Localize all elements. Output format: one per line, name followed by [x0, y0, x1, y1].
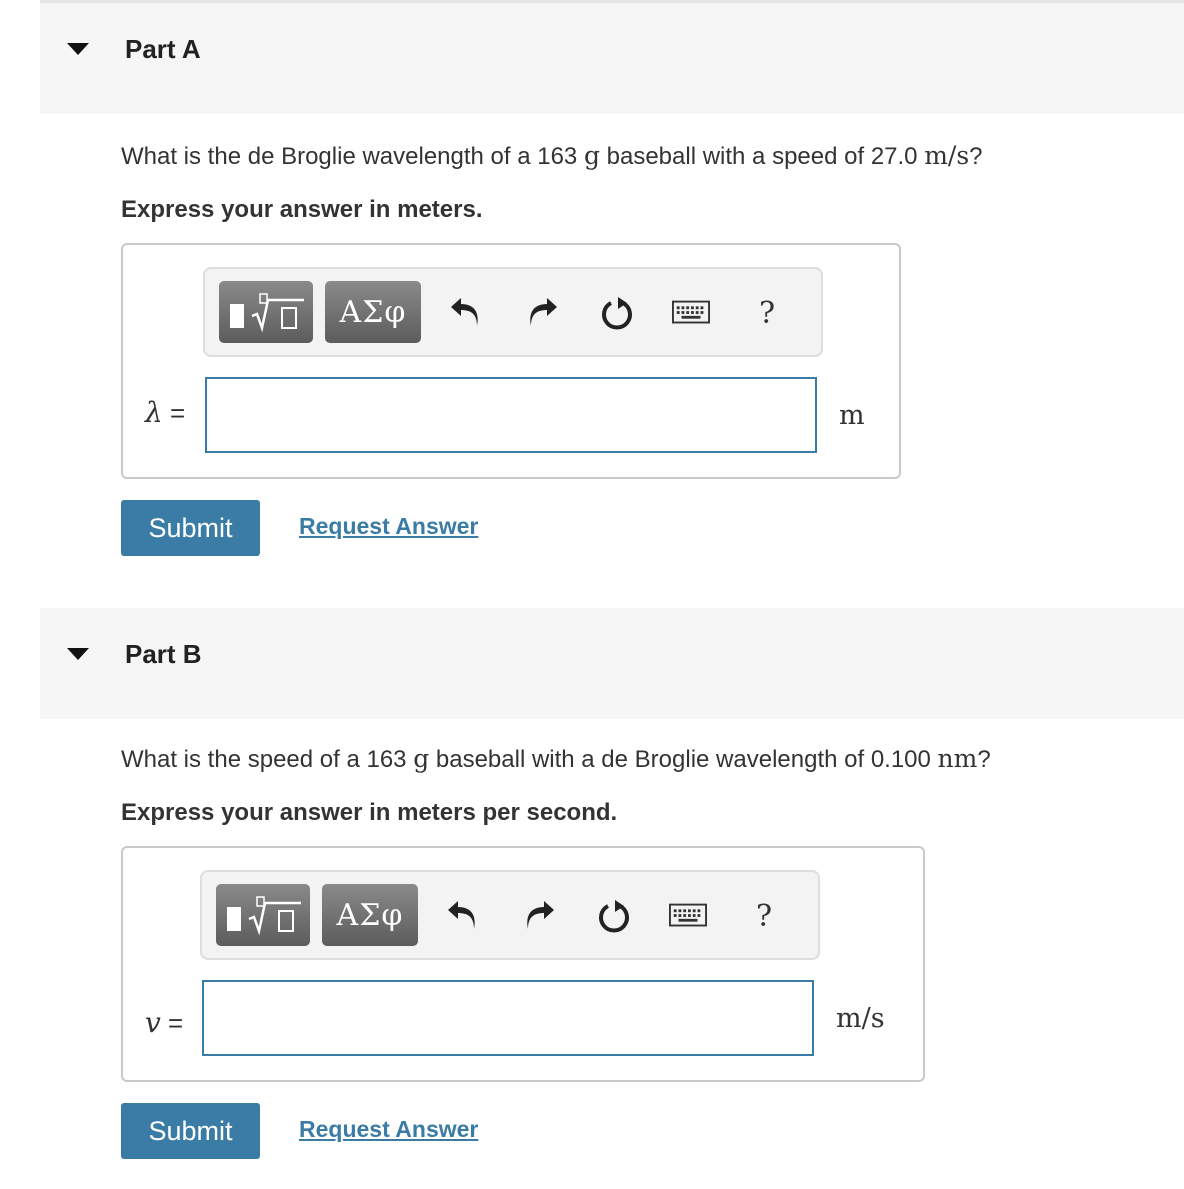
part-b-variable-label: v = — [145, 1006, 184, 1039]
keyboard-icon — [672, 300, 710, 324]
collapse-caret-icon[interactable] — [67, 648, 89, 660]
redo-icon — [527, 901, 554, 929]
math-toolbar: ΑΣφ ? — [200, 870, 820, 960]
templates-button[interactable] — [219, 281, 313, 343]
keyboard-icon — [669, 903, 707, 927]
undo-button[interactable] — [447, 293, 485, 333]
reset-button[interactable] — [598, 293, 636, 333]
part-a-answer-input[interactable] — [205, 377, 817, 453]
templates-button[interactable] — [216, 884, 310, 946]
undo-button[interactable] — [444, 896, 482, 936]
templates-icon — [227, 896, 301, 936]
help-icon: ? — [758, 295, 776, 331]
part-a-variable-label: λ = — [145, 396, 186, 429]
undo-icon — [451, 298, 478, 326]
part-b-question: What is the speed of a 163 g baseball wi… — [121, 744, 991, 773]
part-a-title: Part A — [125, 34, 201, 64]
greek-letters-button[interactable]: ΑΣφ — [325, 281, 421, 343]
templates-icon — [230, 293, 304, 333]
part-b-answer-box: ΑΣφ ? v = m/s — [121, 846, 925, 1082]
keyboard-button[interactable] — [672, 293, 710, 333]
part-b-unit: m/s — [836, 1003, 885, 1034]
part-a-header[interactable]: Part A — [40, 3, 1184, 114]
reset-button[interactable] — [595, 896, 633, 936]
part-b-submit-button[interactable]: Submit — [121, 1103, 260, 1159]
reset-icon — [599, 900, 629, 933]
part-b-answer-input[interactable] — [202, 980, 814, 1056]
help-button[interactable]: ? — [745, 896, 783, 936]
greek-letters-icon: ΑΣφ — [336, 897, 404, 933]
help-button[interactable]: ? — [748, 293, 786, 333]
part-b-instruction: Express your answer in meters per second… — [121, 799, 618, 826]
undo-icon — [448, 901, 475, 929]
part-b-header[interactable]: Part B — [40, 608, 1184, 719]
part-a-question: What is the de Broglie wavelength of a 1… — [121, 141, 983, 170]
part-a-request-answer-link[interactable]: Request Answer — [299, 513, 478, 540]
redo-button[interactable] — [523, 293, 561, 333]
part-a-instruction: Express your answer in meters. — [121, 196, 483, 223]
redo-icon — [530, 298, 557, 326]
part-b-title: Part B — [125, 639, 202, 669]
greek-letters-button[interactable]: ΑΣφ — [322, 884, 418, 946]
reset-icon — [602, 297, 632, 330]
collapse-caret-icon[interactable] — [67, 43, 89, 55]
help-icon: ? — [755, 898, 773, 934]
greek-letters-icon: ΑΣφ — [339, 294, 407, 330]
part-a-answer-box: ΑΣφ ? λ = m — [121, 243, 901, 479]
part-b-request-answer-link[interactable]: Request Answer — [299, 1116, 478, 1143]
part-a-unit: m — [839, 400, 865, 431]
redo-button[interactable] — [520, 896, 558, 936]
keyboard-button[interactable] — [669, 896, 707, 936]
math-toolbar: ΑΣφ ? — [203, 267, 823, 357]
part-a-submit-button[interactable]: Submit — [121, 500, 260, 556]
